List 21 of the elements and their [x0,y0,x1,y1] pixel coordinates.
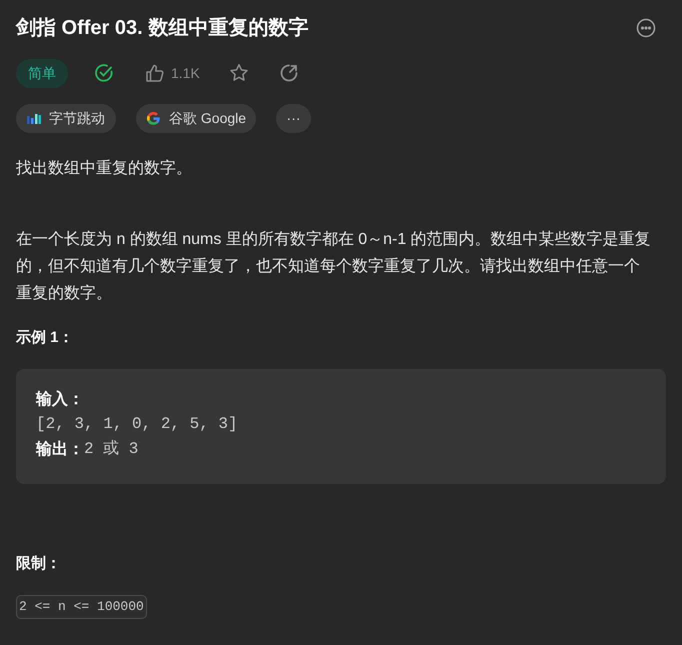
thumbs-up-icon [145,63,165,83]
more-tags-button[interactable]: ··· [276,104,312,133]
description-text: 在一个长度为 n 的数组 nums 里的所有数字都在 0～n-1 的范围内。数组中某些数字是重复的，但不知道有几个数字重复了，也不知道每个数字重复了几次。请找出数组中任意一个重复的数字。 [16,230,652,304]
input-value: [2, 3, 1, 0, 2, 5, 3] [36,414,239,435]
g-logo-icon [146,111,161,126]
example-heading: 示例 1： [16,328,75,348]
intro-text: 找出数组中重复的数字。 [16,158,193,179]
bar-logo-icon [27,112,41,124]
difficulty-badge: 简单 [16,58,68,88]
input-label: 输入： [36,389,85,410]
like-button[interactable]: 1.1K [145,62,200,84]
star-icon[interactable] [228,62,250,84]
problem-title: 剑指 Offer 03. 数组中重复的数字 [16,16,308,41]
share-icon[interactable] [278,63,299,83]
limits-heading: 限制： [16,554,62,574]
more-options-icon[interactable] [636,18,656,38]
output-label: 输出： [36,440,84,460]
output-value: 2 或 3 [84,438,138,460]
company-tag[interactable]: 字节跳动 [16,104,116,133]
constraint-code: 2 <= n <= 100000 [16,595,147,619]
company-tag[interactable]: 谷歌 Google [136,104,256,133]
